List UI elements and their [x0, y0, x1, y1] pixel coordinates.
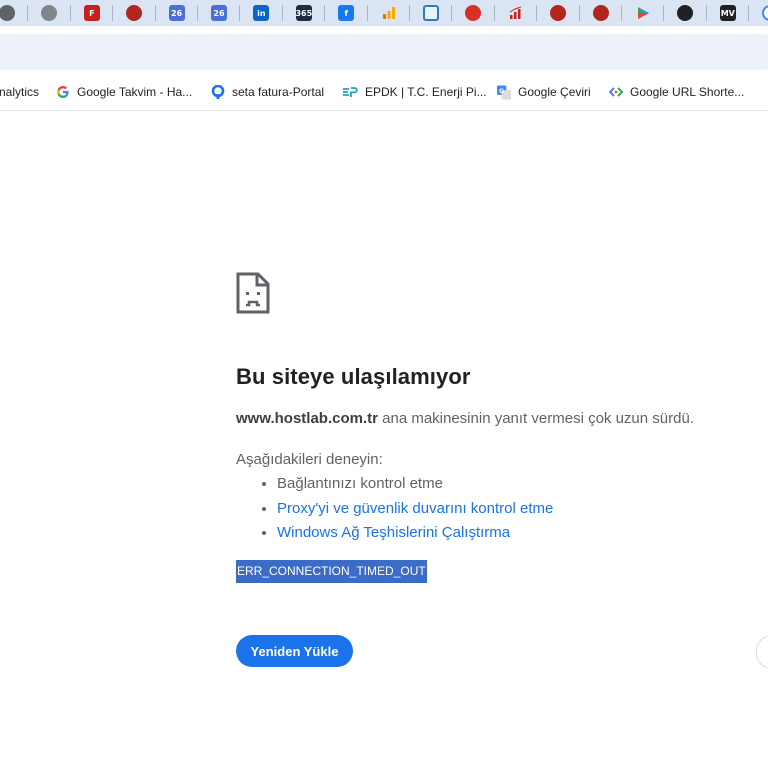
address-bar[interactable]	[0, 34, 768, 70]
tab-separator	[621, 5, 622, 21]
pinned-tab[interactable]	[368, 0, 410, 26]
analytics-icon	[381, 5, 397, 21]
url-shortener-icon	[609, 85, 623, 99]
calendar-26-icon: 26	[211, 5, 227, 21]
tab-separator	[27, 5, 29, 21]
pinned-tab[interactable]: in	[240, 0, 282, 26]
pinned-tab[interactable]: 26	[156, 0, 198, 26]
suggestions-heading: Aşağıdakileri deneyin:	[236, 451, 383, 468]
pinned-tab[interactable]	[537, 0, 579, 26]
host-name: www.hostlab.com.tr	[236, 410, 378, 427]
pinned-tab[interactable]: f	[325, 0, 367, 26]
details-button[interactable]	[756, 635, 768, 669]
sad-page-icon	[236, 272, 270, 314]
bookmark-seta-fatura[interactable]: seta fatura-Portal	[211, 82, 324, 102]
pinned-tab[interactable]	[622, 0, 664, 26]
bookmark-google-url-shortener[interactable]: Google URL Shorte...	[609, 82, 744, 102]
tcmb-icon	[550, 5, 567, 21]
pinned-tab[interactable]: MV	[707, 0, 749, 26]
suggestion-item: Proxy'yi ve güvenlik duvarını kontrol et…	[277, 499, 553, 524]
suggestion-item: Bağlantınızı kontrol etme	[277, 474, 553, 499]
seta-portal-icon	[211, 85, 225, 99]
pinned-tab[interactable]	[0, 0, 28, 26]
tab-separator	[536, 5, 538, 21]
tab-separator	[451, 5, 453, 21]
tab-separator	[663, 5, 665, 21]
bookmark-analytics[interactable]: nalytics	[0, 82, 39, 102]
pinned-tab[interactable]	[580, 0, 622, 26]
tab-separator	[239, 5, 241, 21]
pinned-tab[interactable]	[749, 0, 768, 26]
suggestion-check-connection: Bağlantınızı kontrol etme	[277, 475, 443, 492]
google-g-icon	[56, 85, 70, 99]
error-description: www.hostlab.com.tr ana makinesinin yanıt…	[236, 410, 694, 427]
pinned-tab[interactable]	[410, 0, 452, 26]
pinned-tab[interactable]	[495, 0, 537, 26]
google-translate-icon: G	[497, 85, 511, 99]
bookmark-label: Google URL Shorte...	[630, 85, 745, 99]
tab-separator	[324, 5, 326, 21]
calendar-26-icon: 26	[168, 5, 185, 21]
suggestions-list: Bağlantınızı kontrol etme Proxy'yi ve gü…	[236, 474, 553, 548]
suggestion-item: Windows Ağ Teşhislerini Çalıştırma	[277, 523, 553, 548]
google-icon	[762, 5, 768, 21]
pinned-tab[interactable]: 365	[283, 0, 325, 26]
bookmark-label: Google Takvim - Ha...	[77, 85, 193, 99]
chrome-icon	[0, 5, 15, 21]
bookmark-google-takvim[interactable]: Google Takvim - Ha...	[56, 82, 192, 102]
play-icon	[635, 5, 651, 21]
suggestion-network-diagnostics-link[interactable]: Windows Ağ Teşhislerini Çalıştırma	[277, 524, 510, 541]
bookmark-label: Google Çeviri	[518, 85, 591, 99]
f-letter-icon: F	[83, 5, 100, 21]
mv-icon: MV	[719, 5, 736, 21]
bookmark-epdk[interactable]: EPDK | T.C. Enerji Pi...	[342, 82, 487, 102]
toolbar	[0, 26, 768, 74]
pinned-tab[interactable]: F	[71, 0, 113, 26]
epdk-icon	[342, 85, 358, 99]
tab-separator	[112, 5, 114, 21]
tab-separator	[366, 5, 368, 21]
bookmark-label: seta fatura-Portal	[232, 85, 325, 99]
tab-separator	[281, 5, 283, 21]
tab-separator	[493, 5, 495, 21]
tab-separator	[705, 5, 707, 21]
red-circle-icon	[465, 5, 482, 21]
error-code: ERR_CONNECTION_TIMED_OUT	[236, 560, 427, 583]
pinned-tab[interactable]	[28, 0, 70, 26]
tab-separator	[409, 5, 410, 21]
bookmark-label: EPDK | T.C. Enerji Pi...	[365, 85, 487, 99]
error-message: ana makinesinin yanıt vermesi çok uzun s…	[377, 410, 694, 427]
tab-separator	[69, 5, 71, 21]
red-badge-icon	[126, 5, 143, 21]
chart-icon	[508, 5, 524, 21]
reload-button[interactable]: Yeniden Yükle	[236, 635, 353, 667]
tab-separator	[578, 5, 580, 21]
tab-separator	[197, 5, 198, 21]
tcmb-icon	[592, 5, 609, 21]
suggestion-check-proxy-link[interactable]: Proxy'yi ve güvenlik duvarını kontrol et…	[277, 500, 553, 517]
page-title: Bu siteye ulaşılamıyor	[236, 364, 471, 389]
tab-strip: F 26 26 in 365 f MV	[0, 0, 768, 26]
bookmarks-bar: nalytics Google Takvim - Ha... seta fatu…	[0, 74, 768, 111]
svg-text:G: G	[499, 86, 504, 94]
facebook-icon: f	[338, 5, 355, 21]
pinned-tab[interactable]	[452, 0, 494, 26]
bookmark-label: nalytics	[0, 85, 40, 99]
portal-icon	[423, 5, 439, 21]
globe-icon	[41, 5, 58, 21]
pinned-tab[interactable]: 26	[198, 0, 240, 26]
linkedin-icon: in	[253, 5, 270, 21]
tab-separator	[748, 5, 750, 21]
pinned-tab[interactable]	[113, 0, 155, 26]
pinned-tab[interactable]	[664, 0, 706, 26]
camera-icon	[677, 5, 694, 21]
tab-separator	[154, 5, 156, 21]
365-icon: 365	[295, 5, 312, 21]
bookmark-google-ceviri[interactable]: G Google Çeviri	[497, 82, 591, 102]
